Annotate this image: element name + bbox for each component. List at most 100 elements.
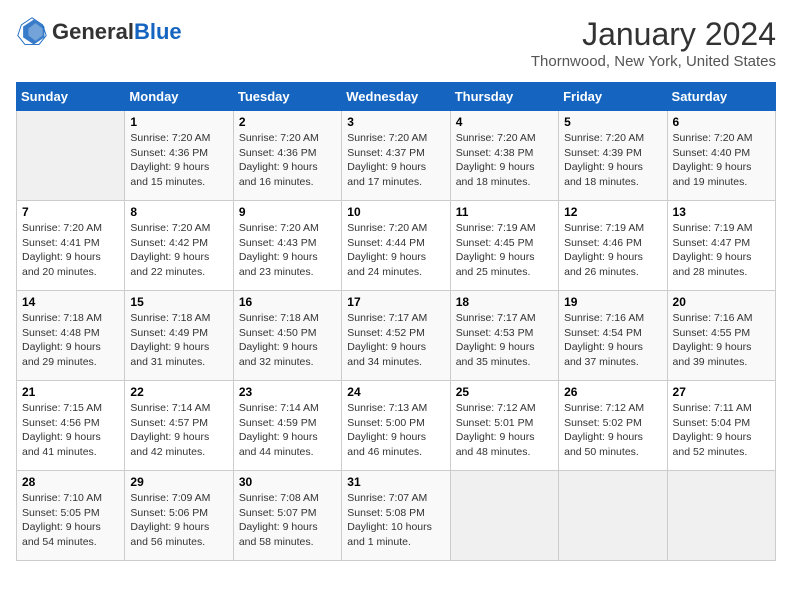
day-number: 26 xyxy=(564,385,661,399)
day-detail: Sunrise: 7:08 AMSunset: 5:07 PMDaylight:… xyxy=(239,491,336,550)
day-cell: 22 Sunrise: 7:14 AMSunset: 4:57 PMDayligh… xyxy=(125,381,233,471)
day-detail: Sunrise: 7:14 AMSunset: 4:57 PMDaylight:… xyxy=(130,401,227,460)
day-cell: 27Sunrise: 7:11 AMSunset: 5:04 PMDayligh… xyxy=(667,381,775,471)
day-detail: Sunrise: 7:18 AMSunset: 4:48 PMDaylight:… xyxy=(22,311,119,370)
day-cell: 19 Sunrise: 7:16 AMSunset: 4:54 PMDayligh… xyxy=(559,291,667,381)
day-cell: 25Sunrise: 7:12 AMSunset: 5:01 PMDayligh… xyxy=(450,381,558,471)
day-cell: 24 Sunrise: 7:13 AMSunset: 5:00 PMDayligh… xyxy=(342,381,450,471)
day-detail: Sunrise: 7:19 AMSunset: 4:47 PMDaylight:… xyxy=(673,221,770,280)
day-number: 23 xyxy=(239,385,336,399)
day-number: 25 xyxy=(456,385,553,399)
day-detail: Sunrise: 7:16 AMSunset: 4:54 PMDaylight:… xyxy=(564,311,661,370)
day-cell xyxy=(559,471,667,561)
day-number: 3 xyxy=(347,115,444,129)
day-detail: Sunrise: 7:09 AMSunset: 5:06 PMDaylight:… xyxy=(130,491,227,550)
day-detail: Sunrise: 7:20 AMSunset: 4:43 PMDaylight:… xyxy=(239,221,336,280)
day-number: 28 xyxy=(22,475,119,489)
day-detail: Sunrise: 7:17 AMSunset: 4:53 PMDaylight:… xyxy=(456,311,553,370)
week-row-1: 1 Sunrise: 7:20 AMSunset: 4:36 PMDaylight… xyxy=(17,111,776,201)
day-number: 22 xyxy=(130,385,227,399)
day-number: 18 xyxy=(456,295,553,309)
day-detail: Sunrise: 7:16 AMSunset: 4:55 PMDaylight:… xyxy=(673,311,770,370)
day-cell: 4 Sunrise: 7:20 AMSunset: 4:38 PMDaylight… xyxy=(450,111,558,201)
title-area: January 2024 Thornwood, New York, United… xyxy=(531,16,776,70)
col-header-thursday: Thursday xyxy=(450,83,558,111)
day-cell xyxy=(17,111,125,201)
day-cell: 23 Sunrise: 7:14 AMSunset: 4:59 PMDayligh… xyxy=(233,381,341,471)
day-cell xyxy=(667,471,775,561)
logo-blue-text: Blue xyxy=(134,20,182,44)
day-number: 19 xyxy=(564,295,661,309)
day-number: 1 xyxy=(130,115,227,129)
day-cell xyxy=(450,471,558,561)
day-cell: 31 Sunrise: 7:07 AMSunset: 5:08 PMDayligh… xyxy=(342,471,450,561)
day-cell: 16 Sunrise: 7:18 AMSunset: 4:50 PMDayligh… xyxy=(233,291,341,381)
day-cell: 7Sunrise: 7:20 AMSunset: 4:41 PMDaylight… xyxy=(17,201,125,291)
day-cell: 15Sunrise: 7:18 AMSunset: 4:49 PMDayligh… xyxy=(125,291,233,381)
day-cell: 28Sunrise: 7:10 AMSunset: 5:05 PMDayligh… xyxy=(17,471,125,561)
day-number: 24 xyxy=(347,385,444,399)
day-detail: Sunrise: 7:07 AMSunset: 5:08 PMDaylight:… xyxy=(347,491,444,550)
day-detail: Sunrise: 7:20 AMSunset: 4:44 PMDaylight:… xyxy=(347,221,444,280)
day-cell: 26 Sunrise: 7:12 AMSunset: 5:02 PMDayligh… xyxy=(559,381,667,471)
day-number: 13 xyxy=(673,205,770,219)
col-header-monday: Monday xyxy=(125,83,233,111)
day-cell: 29Sunrise: 7:09 AMSunset: 5:06 PMDayligh… xyxy=(125,471,233,561)
day-number: 16 xyxy=(239,295,336,309)
day-cell: 8 Sunrise: 7:20 AMSunset: 4:42 PMDaylight… xyxy=(125,201,233,291)
day-number: 7 xyxy=(22,205,119,219)
logo: General Blue xyxy=(16,16,182,48)
day-detail: Sunrise: 7:20 AMSunset: 4:38 PMDaylight:… xyxy=(456,131,553,190)
day-number: 20 xyxy=(673,295,770,309)
day-number: 2 xyxy=(239,115,336,129)
day-detail: Sunrise: 7:15 AMSunset: 4:56 PMDaylight:… xyxy=(22,401,119,460)
day-cell: 3 Sunrise: 7:20 AMSunset: 4:37 PMDaylight… xyxy=(342,111,450,201)
day-cell: 6Sunrise: 7:20 AMSunset: 4:40 PMDaylight… xyxy=(667,111,775,201)
day-number: 8 xyxy=(130,205,227,219)
col-header-friday: Friday xyxy=(559,83,667,111)
col-header-tuesday: Tuesday xyxy=(233,83,341,111)
day-number: 12 xyxy=(564,205,661,219)
day-cell: 30 Sunrise: 7:08 AMSunset: 5:07 PMDayligh… xyxy=(233,471,341,561)
month-title: January 2024 xyxy=(531,16,776,53)
day-detail: Sunrise: 7:20 AMSunset: 4:36 PMDaylight:… xyxy=(239,131,336,190)
day-detail: Sunrise: 7:20 AMSunset: 4:36 PMDaylight:… xyxy=(130,131,227,190)
day-cell: 18 Sunrise: 7:17 AMSunset: 4:53 PMDayligh… xyxy=(450,291,558,381)
day-cell: 5 Sunrise: 7:20 AMSunset: 4:39 PMDaylight… xyxy=(559,111,667,201)
day-detail: Sunrise: 7:20 AMSunset: 4:37 PMDaylight:… xyxy=(347,131,444,190)
day-detail: Sunrise: 7:20 AMSunset: 4:39 PMDaylight:… xyxy=(564,131,661,190)
calendar-header-row: SundayMondayTuesdayWednesdayThursdayFrid… xyxy=(17,83,776,111)
day-cell: 17Sunrise: 7:17 AMSunset: 4:52 PMDayligh… xyxy=(342,291,450,381)
day-number: 14 xyxy=(22,295,119,309)
day-detail: Sunrise: 7:18 AMSunset: 4:49 PMDaylight:… xyxy=(130,311,227,370)
day-detail: Sunrise: 7:19 AMSunset: 4:46 PMDaylight:… xyxy=(564,221,661,280)
week-row-3: 14 Sunrise: 7:18 AMSunset: 4:48 PMDayligh… xyxy=(17,291,776,381)
col-header-sunday: Sunday xyxy=(17,83,125,111)
day-number: 31 xyxy=(347,475,444,489)
day-detail: Sunrise: 7:14 AMSunset: 4:59 PMDaylight:… xyxy=(239,401,336,460)
location-text: Thornwood, New York, United States xyxy=(531,53,776,70)
day-number: 4 xyxy=(456,115,553,129)
day-number: 9 xyxy=(239,205,336,219)
day-detail: Sunrise: 7:12 AMSunset: 5:02 PMDaylight:… xyxy=(564,401,661,460)
day-number: 21 xyxy=(22,385,119,399)
day-cell: 2 Sunrise: 7:20 AMSunset: 4:36 PMDaylight… xyxy=(233,111,341,201)
day-cell: 20 Sunrise: 7:16 AMSunset: 4:55 PMDayligh… xyxy=(667,291,775,381)
calendar-table: SundayMondayTuesdayWednesdayThursdayFrid… xyxy=(16,82,776,561)
day-detail: Sunrise: 7:18 AMSunset: 4:50 PMDaylight:… xyxy=(239,311,336,370)
day-cell: 14 Sunrise: 7:18 AMSunset: 4:48 PMDayligh… xyxy=(17,291,125,381)
day-detail: Sunrise: 7:11 AMSunset: 5:04 PMDaylight:… xyxy=(673,401,770,460)
day-cell: 9 Sunrise: 7:20 AMSunset: 4:43 PMDaylight… xyxy=(233,201,341,291)
day-number: 11 xyxy=(456,205,553,219)
day-detail: Sunrise: 7:20 AMSunset: 4:42 PMDaylight:… xyxy=(130,221,227,280)
page-header: General Blue January 2024 Thornwood, New… xyxy=(16,16,776,70)
day-cell: 13 Sunrise: 7:19 AMSunset: 4:47 PMDayligh… xyxy=(667,201,775,291)
day-number: 10 xyxy=(347,205,444,219)
day-number: 5 xyxy=(564,115,661,129)
day-number: 30 xyxy=(239,475,336,489)
day-detail: Sunrise: 7:13 AMSunset: 5:00 PMDaylight:… xyxy=(347,401,444,460)
day-cell: 11Sunrise: 7:19 AMSunset: 4:45 PMDayligh… xyxy=(450,201,558,291)
day-number: 17 xyxy=(347,295,444,309)
logo-icon xyxy=(16,16,48,48)
logo-general-text: General xyxy=(52,20,134,44)
